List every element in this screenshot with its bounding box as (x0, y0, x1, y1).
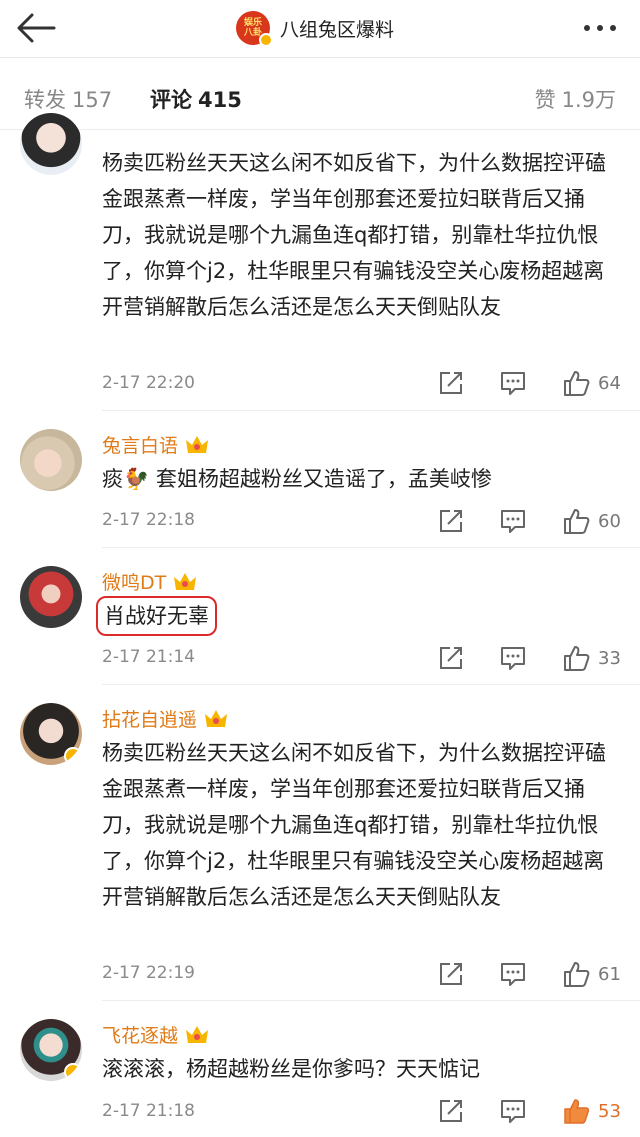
username[interactable]: 飞花逐越 (102, 1021, 210, 1048)
verified-badge-icon (64, 747, 82, 765)
reply-icon[interactable] (500, 1098, 526, 1124)
like-count: 61 (598, 963, 621, 985)
user-avatar[interactable] (20, 566, 82, 628)
thumbs-up-icon (564, 371, 590, 396)
user-avatar[interactable] (20, 1019, 82, 1081)
like-button[interactable]: 33 (562, 644, 621, 672)
share-icon[interactable] (438, 961, 464, 987)
comment-item: 杨卖匹粉丝天天这么闲不如反省下，为什么数据控评磕金跟蒸煮一样废，学当年创那套还爱… (0, 113, 640, 411)
user-avatar[interactable] (20, 429, 82, 491)
verified-badge-icon (259, 33, 273, 47)
share-icon[interactable] (438, 508, 464, 534)
comment-time: 2-17 21:18 (102, 1101, 195, 1121)
comment-text: 滚滚滚，杨超越粉丝是你爹吗？天天惦记 (102, 1057, 480, 1081)
comment-item: 微鸣DT 肖战好无辜 2-17 21:14 33 (0, 548, 640, 685)
like-button[interactable]: 60 (562, 507, 621, 535)
like-button[interactable]: 64 (562, 369, 621, 397)
reply-icon[interactable] (500, 508, 526, 534)
comment-text-highlighted: 肖战好无辜 (96, 596, 217, 636)
crown-badge-icon (205, 709, 228, 727)
back-arrow-icon[interactable] (14, 10, 58, 46)
thumbs-up-icon (564, 962, 590, 987)
account-title: 八组兔区爆料 (280, 18, 395, 41)
tab-likes[interactable]: 赞 1.9万 (535, 84, 616, 114)
comment-actions: 53 (438, 1097, 621, 1125)
tab-bar: 转发 157 评论 415 赞 1.9万 (0, 58, 640, 130)
comment-item: 兔言白语 痰🐓 套姐杨超越粉丝又造谣了，孟美岐惨 2-17 22:18 60 (0, 411, 640, 548)
username[interactable]: 微鸣DT (102, 568, 198, 595)
top-bar: 娱乐 八卦 八组兔区爆料 (0, 0, 640, 58)
tab-comments[interactable]: 评论 415 (150, 84, 242, 114)
share-icon[interactable] (438, 645, 464, 671)
comment-actions: 64 (438, 369, 621, 397)
comment-item: 拈花自逍遥 杨卖匹粉丝天天这么闲不如反省下，为什么数据控评磕金跟蒸煮一样废，学当… (0, 685, 640, 1001)
comment-text: 杨卖匹粉丝天天这么闲不如反省下，为什么数据控评磕金跟蒸煮一样废，学当年创那套还爱… (102, 741, 606, 909)
account-header[interactable]: 娱乐 八卦 八组兔区爆料 (236, 8, 394, 48)
username[interactable]: 拈花自逍遥 (102, 705, 229, 732)
comment-text: 杨卖匹粉丝天天这么闲不如反省下，为什么数据控评磕金跟蒸煮一样废，学当年创那套还爱… (102, 151, 606, 319)
reply-icon[interactable] (500, 370, 526, 396)
crown-badge-icon (174, 572, 197, 590)
share-icon[interactable] (438, 1098, 464, 1124)
like-button-active[interactable]: 53 (562, 1097, 621, 1125)
comment-item: 飞花逐越 滚滚滚，杨超越粉丝是你爹吗？天天惦记 2-17 21:18 53 (0, 1001, 640, 1137)
comment-time: 2-17 22:20 (102, 373, 195, 393)
more-icon[interactable] (584, 18, 620, 38)
comment-text: 痰🐓 套姐杨超越粉丝又造谣了，孟美岐惨 (102, 467, 492, 491)
comment-time: 2-17 22:19 (102, 963, 195, 983)
like-count: 64 (598, 372, 621, 394)
thumbs-up-icon (564, 646, 590, 671)
comment-time: 2-17 22:18 (102, 510, 195, 530)
share-icon[interactable] (438, 370, 464, 396)
verified-badge-icon (64, 1063, 82, 1081)
reply-icon[interactable] (500, 961, 526, 987)
comment-actions: 60 (438, 507, 621, 535)
like-count: 60 (598, 510, 621, 532)
user-avatar[interactable] (20, 113, 82, 175)
user-avatar[interactable] (20, 703, 82, 765)
comment-time: 2-17 21:14 (102, 647, 195, 667)
thumbs-up-icon (564, 1099, 590, 1124)
username[interactable]: 兔言白语 (102, 431, 210, 458)
crown-badge-icon (186, 435, 209, 453)
like-button[interactable]: 61 (562, 960, 621, 988)
thumbs-up-icon (564, 509, 590, 534)
comment-actions: 33 (438, 644, 621, 672)
crown-badge-icon (186, 1025, 209, 1043)
reply-icon[interactable] (500, 645, 526, 671)
tab-reposts[interactable]: 转发 157 (24, 84, 112, 114)
comment-actions: 61 (438, 960, 621, 988)
account-avatar[interactable]: 娱乐 八卦 (236, 11, 273, 47)
like-count: 33 (598, 647, 621, 669)
like-count: 53 (598, 1100, 621, 1122)
